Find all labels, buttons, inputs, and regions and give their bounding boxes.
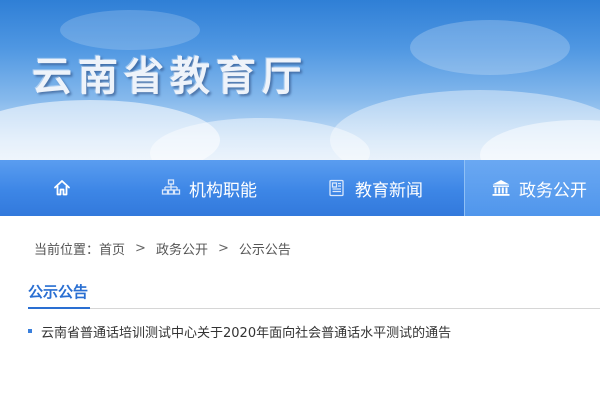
breadcrumb-home-link[interactable]: 首页: [99, 239, 125, 258]
breadcrumb-separator: >: [135, 240, 146, 256]
banner-cloud: [410, 20, 570, 75]
nav-government-affairs-label: 政务公开: [519, 180, 587, 201]
article-list: 云南省普通话培训测试中心关于2020年面向社会普通话水平测试的通告: [28, 320, 598, 342]
nav-home[interactable]: [0, 160, 132, 216]
breadcrumb-notice-link[interactable]: 公示公告: [239, 239, 291, 258]
article-link[interactable]: 云南省普通话培训测试中心关于2020年面向社会普通话水平测试的通告: [41, 322, 451, 341]
main-nav: 机构职能 教育新闻 政务公开: [0, 160, 600, 216]
home-icon: [52, 178, 72, 198]
nav-org[interactable]: 机构职能: [132, 160, 286, 216]
nav-news[interactable]: 教育新闻: [286, 160, 464, 216]
site-title: 云南省教育厅: [32, 54, 308, 100]
breadcrumb-government-link[interactable]: 政务公开: [156, 239, 208, 258]
section-header: 公示公告: [28, 281, 600, 309]
nav-government-affairs[interactable]: 政务公开: [464, 160, 600, 216]
newspaper-icon: [327, 178, 347, 198]
nav-org-label: 机构职能: [189, 180, 257, 201]
government-building-icon: [491, 178, 511, 198]
breadcrumb-separator: >: [217, 240, 229, 256]
list-item: 云南省普通话培训测试中心关于2020年面向社会普通话水平测试的通告: [28, 320, 598, 342]
bullet-icon: [28, 329, 32, 333]
header-banner: 云南省教育厅: [0, 0, 600, 160]
breadcrumb: 当前位置： 首页 > 政务公开 > 公示公告: [34, 239, 291, 258]
nav-news-label: 教育新闻: [355, 180, 423, 201]
section-title: 公示公告: [28, 281, 91, 309]
breadcrumb-prefix: 当前位置：: [34, 242, 100, 258]
org-chart-icon: [161, 178, 181, 198]
